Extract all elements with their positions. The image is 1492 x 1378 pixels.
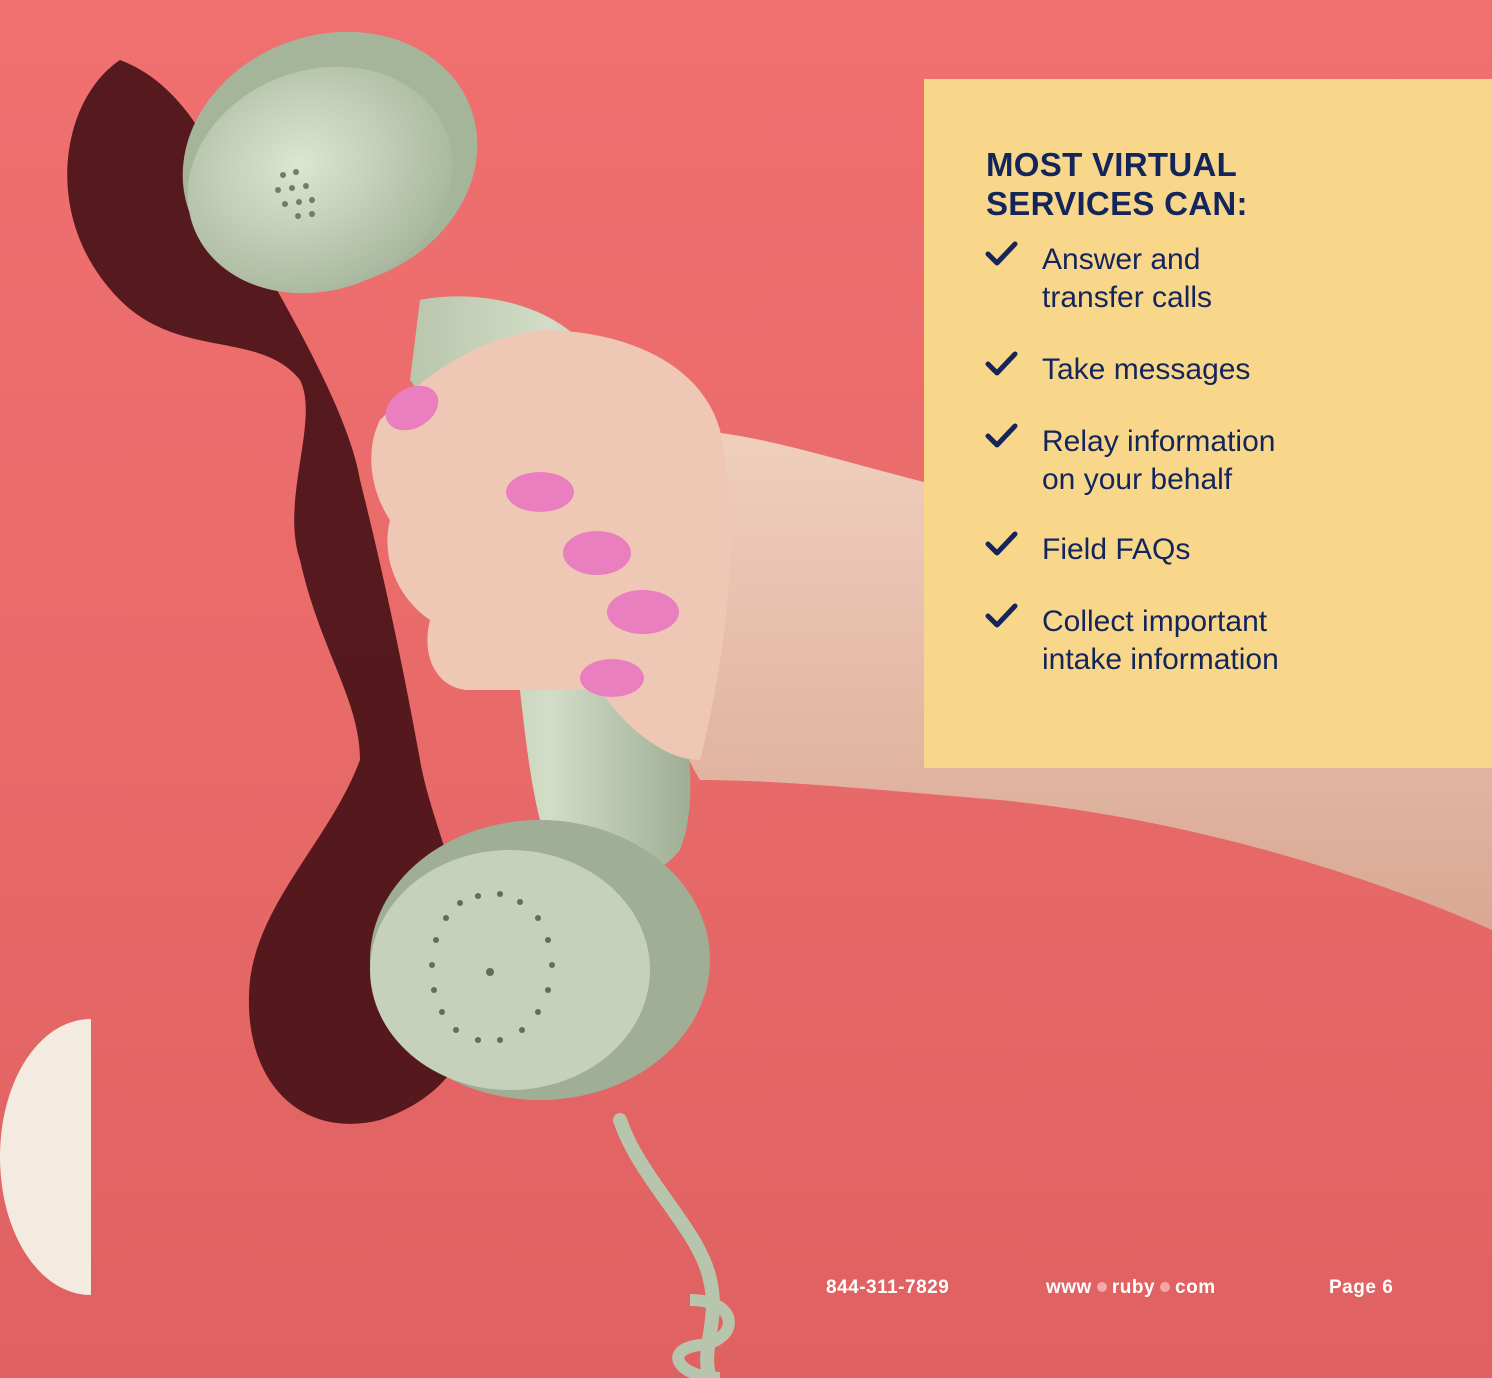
checkmark-icon xyxy=(985,531,1042,571)
list-item-line-1: Collect important xyxy=(1042,605,1268,638)
website-part-www: www xyxy=(1046,1277,1092,1298)
list-item-text: Take messages xyxy=(1042,351,1342,389)
website-part-com: com xyxy=(1175,1277,1216,1298)
list-item: Answer and transfer calls xyxy=(985,241,1492,317)
services-list: Answer and transfer calls Take messages … xyxy=(985,241,1492,679)
list-item-text: Field FAQs xyxy=(1042,531,1342,569)
checkmark-icon xyxy=(985,603,1042,643)
list-item-text: Relay information on your behalf xyxy=(1042,423,1342,499)
list-item-text: Collect important intake information xyxy=(1042,603,1342,679)
list-item: Collect important intake information xyxy=(985,603,1492,679)
page-number: Page 6 xyxy=(1329,1277,1394,1298)
dot-separator xyxy=(1096,1281,1107,1292)
list-item-line-2: intake information xyxy=(1042,643,1279,676)
list-item-line-1: Field FAQs xyxy=(1042,533,1191,566)
list-item-line-1: Answer and xyxy=(1042,243,1201,276)
heading-line-1: MOST VIRTUAL xyxy=(986,146,1238,183)
list-item: Field FAQs xyxy=(985,531,1492,571)
website-part-ruby: ruby xyxy=(1111,1277,1156,1298)
list-item-line-1: Relay information xyxy=(1042,425,1276,458)
heading-line-2: SERVICES CAN: xyxy=(986,185,1248,222)
footer-phone[interactable]: 844-311-7829 xyxy=(826,1276,949,1300)
list-item-line-2: transfer calls xyxy=(1042,281,1213,314)
list-item: Take messages xyxy=(985,351,1492,391)
list-item-text: Answer and transfer calls xyxy=(1042,241,1342,317)
checkmark-icon xyxy=(985,351,1042,391)
services-panel: MOST VIRTUAL SERVICES CAN: Answer and tr… xyxy=(924,79,1492,768)
footer-website[interactable]: www ruby com xyxy=(1046,1276,1216,1300)
list-item-line-2: on your behalf xyxy=(1042,463,1233,496)
list-item-line-1: Take messages xyxy=(1042,353,1251,386)
panel-heading: MOST VIRTUAL SERVICES CAN: xyxy=(986,145,1492,223)
list-item: Relay information on your behalf xyxy=(985,423,1492,499)
checkmark-icon xyxy=(985,423,1042,463)
cream-half-circle xyxy=(0,1019,91,1295)
checkmark-icon xyxy=(985,241,1042,281)
dot-separator xyxy=(1160,1281,1171,1292)
